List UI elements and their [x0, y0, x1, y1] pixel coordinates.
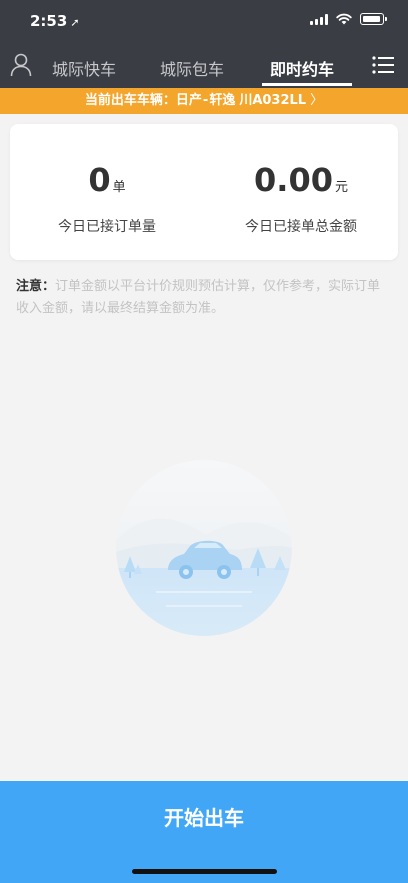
orders-count: 0: [88, 161, 111, 199]
location-arrow-icon: ➚: [70, 16, 80, 29]
orders-stat: 0单 今日已接订单量: [10, 160, 204, 236]
battery-icon: [360, 13, 387, 25]
vehicle-brand: 日产: [175, 93, 202, 108]
vehicle-prefix: 当前出车车辆：: [84, 93, 176, 108]
home-indicator: [132, 869, 277, 874]
today-stats-card: 0单 今日已接订单量 0.00 元 今日已接单总金额: [10, 124, 398, 260]
amount-number: 0.00: [254, 161, 333, 199]
tab-instant-booking[interactable]: 即时约车: [270, 56, 334, 80]
car-landscape-illustration: [116, 460, 292, 636]
list-menu-icon[interactable]: [372, 56, 394, 74]
tab-intercity-charter[interactable]: 城际包车: [160, 56, 224, 80]
status-indicators: [310, 13, 387, 25]
top-navigation: 城际快车 城际包车 即时约车: [0, 44, 408, 88]
amount-stat: 0.00 元 今日已接单总金额: [204, 160, 398, 236]
vehicle-plate: 川A032LL: [239, 93, 307, 108]
notice-text: 注意：订单金额以平台计价规则预估计算，仅作参考，实际订单收入金额，请以最终结算金…: [16, 276, 392, 320]
amount-label: 今日已接单总金额: [245, 219, 357, 235]
orders-value: 0单: [10, 160, 204, 208]
time-text: 2:53: [30, 12, 68, 30]
amount-value: 0.00 元: [204, 160, 398, 208]
active-tab-indicator: [262, 83, 352, 86]
user-icon[interactable]: [10, 53, 32, 77]
status-time: 2:53 ➚: [30, 12, 80, 30]
vehicle-model: 轩逸: [209, 93, 236, 108]
wifi-icon: [336, 13, 352, 25]
status-bar: 2:53 ➚: [0, 0, 408, 44]
amount-unit: 元: [334, 180, 348, 195]
orders-unit: 单: [112, 180, 126, 195]
tab-intercity-express[interactable]: 城际快车: [52, 56, 116, 80]
current-vehicle-bar[interactable]: 当前出车车辆：日产-轩逸 川A032LL 〉: [0, 88, 408, 114]
vehicle-separator: -: [202, 93, 209, 108]
start-driving-button[interactable]: 开始出车: [0, 781, 408, 883]
orders-label: 今日已接订单量: [58, 219, 156, 235]
cellular-signal-icon: [310, 13, 328, 25]
notice-body: 订单金额以平台计价规则预估计算，仅作参考，实际订单收入金额，请以最终结算金额为准…: [16, 279, 381, 316]
notice-label: 注意：: [16, 279, 56, 294]
chevron-right-icon: 〉: [310, 93, 324, 108]
